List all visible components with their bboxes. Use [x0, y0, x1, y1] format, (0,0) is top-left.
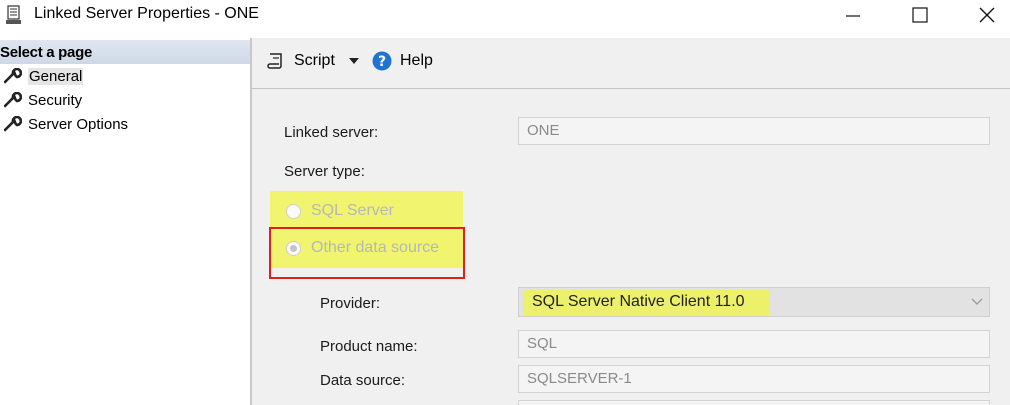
next-field-partial[interactable] [518, 400, 990, 405]
select-page-header: Select a page [0, 40, 250, 64]
help-icon: ? [372, 51, 392, 71]
script-label: Script [294, 52, 335, 69]
product-name-field[interactable]: SQL [518, 330, 990, 358]
toolbar: Script ? Help [252, 38, 1010, 89]
page-item-label: Security [28, 91, 83, 109]
select-page-pane: Select a page General Security Server Op… [0, 38, 251, 405]
script-icon [267, 53, 282, 69]
script-dropdown-button[interactable] [349, 58, 359, 65]
page-item-security[interactable]: Security [4, 89, 82, 111]
page-item-label: Server Options [28, 115, 129, 133]
svg-text:?: ? [378, 54, 386, 70]
provider-value: SQL Server Native Client 11.0 [532, 293, 745, 310]
window-title: Linked Server Properties - ONE [34, 5, 259, 22]
wrench-icon [4, 92, 22, 108]
close-icon [979, 7, 995, 23]
server-icon [6, 5, 21, 24]
page-item-server-options[interactable]: Server Options [4, 113, 128, 135]
minimize-icon [846, 15, 860, 17]
chevron-down-icon [971, 298, 983, 305]
maximize-icon [912, 7, 928, 23]
close-button[interactable] [964, 0, 1010, 30]
help-label: Help [400, 52, 433, 69]
wrench-icon [4, 116, 22, 132]
wrench-icon [4, 68, 22, 84]
general-page: Script ? Help Linked server: ONE Server … [251, 38, 1010, 405]
select-page-heading: Select a page [0, 44, 92, 61]
data-source-field[interactable]: SQLSERVER-1 [518, 365, 990, 393]
radio-sql-server[interactable]: SQL Server [286, 202, 394, 220]
product-name-label: Product name: [320, 338, 418, 355]
linked-server-field[interactable]: ONE [518, 117, 990, 145]
radio-sql-server-label: SQL Server [311, 202, 394, 219]
page-item-general[interactable]: General [4, 65, 84, 87]
radio-button [286, 203, 301, 219]
chevron-down-icon [349, 58, 359, 64]
title-bar: Linked Server Properties - ONE [0, 0, 1010, 32]
data-source-label: Data source: [320, 372, 406, 389]
maximize-button[interactable] [897, 0, 943, 30]
help-button[interactable]: ? Help [372, 51, 433, 71]
provider-label: Provider: [320, 295, 381, 312]
radio-button [286, 240, 301, 256]
minimize-button[interactable] [830, 0, 876, 30]
radio-other-data-source[interactable]: Other data source [286, 239, 439, 257]
page-item-label: General [28, 67, 84, 85]
script-button[interactable]: Script [266, 51, 335, 71]
linked-server-label: Linked server: [284, 124, 379, 141]
server-type-label: Server type: [284, 163, 365, 180]
provider-select[interactable]: SQL Server Native Client 11.0 [518, 287, 990, 317]
radio-other-data-source-label: Other data source [311, 239, 440, 256]
